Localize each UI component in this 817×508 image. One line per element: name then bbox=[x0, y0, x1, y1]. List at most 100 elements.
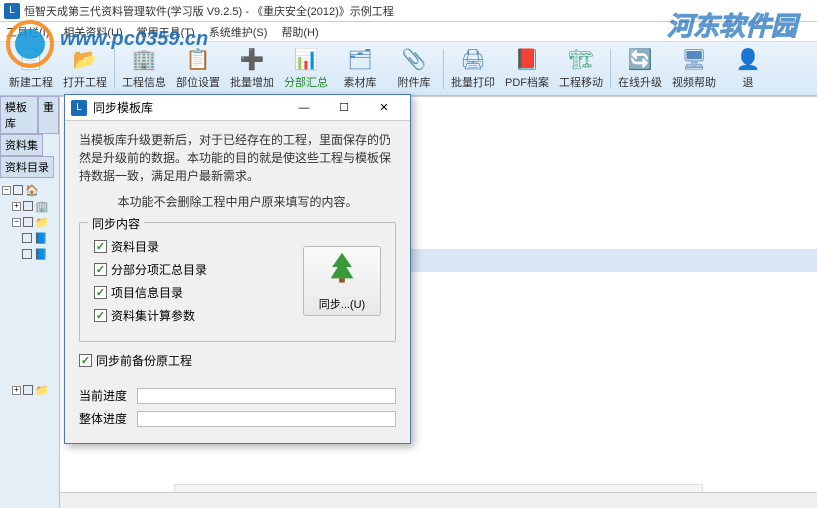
sync-content-group: 同步内容 资料目录分部分项汇总目录项目信息目录资料集计算参数 同步...(U) bbox=[79, 222, 396, 342]
sync-template-dialog: L 同步模板库 — ☐ ✕ 当模板库升级更新后，对于已经存在的工程，里面保存的仍… bbox=[64, 94, 411, 444]
toolbar-label: 打开工程 bbox=[63, 74, 107, 90]
sync-button-label: 同步...(U) bbox=[319, 296, 365, 312]
toolbar-icon: 👤 bbox=[736, 48, 760, 72]
dialog-titlebar[interactable]: L 同步模板库 — ☐ ✕ bbox=[65, 95, 410, 121]
check-label: 资料目录 bbox=[111, 238, 159, 255]
menu-common[interactable]: 常用工具(T) bbox=[137, 24, 195, 40]
checkbox-icon[interactable] bbox=[94, 240, 107, 253]
backup-checkbox-row[interactable]: 同步前备份原工程 bbox=[79, 352, 396, 369]
check-label: 分部分项汇总目录 bbox=[111, 261, 207, 278]
tab-cq[interactable]: 重 bbox=[38, 96, 59, 134]
folder-icon: 🏠 bbox=[25, 183, 39, 197]
tab-template-lib[interactable]: 模板库 bbox=[0, 96, 38, 134]
minimize-button[interactable]: — bbox=[284, 99, 324, 117]
expand-icon[interactable]: − bbox=[12, 218, 21, 227]
current-progress-bar bbox=[137, 388, 396, 404]
tab-dataset[interactable]: 资料集 bbox=[0, 134, 43, 156]
expand-icon[interactable]: + bbox=[12, 386, 21, 395]
toolbar-label: 批量增加 bbox=[230, 74, 274, 90]
toolbar-btn-1[interactable]: 📂 打开工程 bbox=[58, 45, 112, 93]
toolbar-icon: 📕 bbox=[515, 48, 539, 72]
menu-related[interactable]: 相关资料(U) bbox=[63, 24, 122, 40]
checkbox-icon[interactable] bbox=[79, 354, 92, 367]
toolbar-icon: 📎 bbox=[402, 48, 426, 72]
toolbar-icon: 📂 bbox=[73, 48, 97, 72]
toolbar-btn-9[interactable]: 📕 PDF档案 bbox=[500, 45, 554, 93]
tree-node[interactable]: −📁 bbox=[2, 214, 57, 230]
status-strip bbox=[60, 492, 817, 508]
expand-icon[interactable]: + bbox=[12, 202, 21, 211]
toolbar-label: 分部汇总 bbox=[284, 74, 328, 90]
folder-icon: 🏢 bbox=[35, 199, 49, 213]
toolbar-label: 素材库 bbox=[344, 74, 377, 90]
checkbox-icon[interactable] bbox=[22, 249, 32, 259]
tree-node[interactable]: 📘 bbox=[2, 230, 57, 246]
toolbar-icon: 🔄 bbox=[628, 48, 652, 72]
close-button[interactable]: ✕ bbox=[364, 99, 404, 117]
sync-check-3[interactable]: 资料集计算参数 bbox=[94, 304, 303, 327]
tree-node[interactable]: 📘 bbox=[2, 246, 57, 262]
toolbar-btn-7[interactable]: 📎 附件库 bbox=[387, 45, 441, 93]
file-icon: 📘 bbox=[34, 247, 48, 261]
toolbar-btn-0[interactable]: 📄新建工程 bbox=[4, 45, 58, 93]
toolbar-icon: 🏗 bbox=[569, 48, 593, 72]
toolbar-btn-6[interactable]: 🗂素材库 bbox=[333, 45, 387, 93]
toolbar-label: 附件库 bbox=[398, 74, 431, 90]
toolbar-icon: 🖨 bbox=[461, 48, 485, 72]
checkbox-icon[interactable] bbox=[13, 185, 23, 195]
maximize-button[interactable]: ☐ bbox=[324, 99, 364, 117]
menubar: 工具栏(I) 相关资料(U) 常用工具(T) 系统维护(S) 帮助(H) bbox=[0, 22, 817, 42]
total-progress-row: 整体进度 bbox=[79, 410, 396, 427]
checkbox-icon[interactable] bbox=[94, 309, 107, 322]
folder-icon: 📁 bbox=[35, 215, 49, 229]
sync-check-2[interactable]: 项目信息目录 bbox=[94, 281, 303, 304]
tree-node[interactable]: +📁 bbox=[2, 382, 57, 398]
checkbox-icon[interactable] bbox=[22, 233, 32, 243]
toolbar-btn-4[interactable]: ➕ 批量增加 bbox=[225, 45, 279, 93]
toolbar-icon: 📋 bbox=[186, 48, 210, 72]
checkbox-icon[interactable] bbox=[23, 217, 33, 227]
toolbar-label: 部位设置 bbox=[176, 74, 220, 90]
menu-system[interactable]: 系统维护(S) bbox=[209, 24, 268, 40]
backup-label: 同步前备份原工程 bbox=[96, 352, 192, 369]
toolbar-icon: 📊 bbox=[294, 48, 318, 72]
checkbox-icon[interactable] bbox=[94, 263, 107, 276]
titlebar: L 恒智天成第三代资料管理软件(学习版 V9.2.5) - 《重庆安全(2012… bbox=[0, 0, 817, 22]
toolbar-label: 批量打印 bbox=[451, 74, 495, 90]
toolbar-btn-12[interactable]: 🖥视频帮助 bbox=[667, 45, 721, 93]
toolbar-label: 新建工程 bbox=[9, 74, 53, 90]
toolbar-icon: ➕ bbox=[240, 48, 264, 72]
tree-icon bbox=[325, 250, 359, 292]
toolbar-btn-5[interactable]: 📊 分部汇总 bbox=[279, 45, 333, 93]
checkbox-icon[interactable] bbox=[23, 385, 33, 395]
toolbar-btn-3[interactable]: 📋 部位设置 bbox=[171, 45, 225, 93]
dialog-icon: L bbox=[71, 100, 87, 116]
menu-help[interactable]: 帮助(H) bbox=[281, 24, 318, 40]
toolbar-btn-8[interactable]: 🖨 批量打印 bbox=[446, 45, 500, 93]
total-progress-bar bbox=[137, 411, 396, 427]
group-title: 同步内容 bbox=[88, 215, 144, 232]
toolbar-label: 工程信息 bbox=[122, 74, 166, 90]
toolbar-btn-2[interactable]: 🏢工程信息 bbox=[117, 45, 171, 93]
tree-node[interactable]: −🏠 bbox=[2, 182, 57, 198]
toolbar-btn-11[interactable]: 🔄 在线升级 bbox=[613, 45, 667, 93]
expand-icon[interactable]: − bbox=[2, 186, 11, 195]
toolbar-btn-13[interactable]: 👤退 bbox=[721, 45, 775, 93]
sync-check-0[interactable]: 资料目录 bbox=[94, 235, 303, 258]
sync-check-1[interactable]: 分部分项汇总目录 bbox=[94, 258, 303, 281]
menu-tools[interactable]: 工具栏(I) bbox=[6, 24, 49, 40]
dialog-info2: 本功能不会删除工程中用户原来填写的内容。 bbox=[79, 193, 396, 210]
titlebar-text: 恒智天成第三代资料管理软件(学习版 V9.2.5) - 《重庆安全(2012)》… bbox=[24, 3, 394, 19]
sync-button[interactable]: 同步...(U) bbox=[303, 246, 381, 316]
toolbar-label: PDF档案 bbox=[505, 74, 549, 90]
toolbar-label: 在线升级 bbox=[618, 74, 662, 90]
tree-node[interactable]: +🏢 bbox=[2, 198, 57, 214]
current-progress-row: 当前进度 bbox=[79, 387, 396, 404]
tab-catalog[interactable]: 资料目录 bbox=[0, 156, 54, 178]
app-icon: L bbox=[4, 3, 20, 19]
checkbox-icon[interactable] bbox=[23, 201, 33, 211]
toolbar-label: 视频帮助 bbox=[672, 74, 716, 90]
toolbar: 📄新建工程 📂 打开工程 🏢工程信息 📋 部位设置 ➕ 批量增加 📊 分部汇总 🗂素材库 📎 附件库 🖨 批… bbox=[0, 42, 817, 96]
toolbar-btn-10[interactable]: 🏗工程移动 bbox=[554, 45, 608, 93]
checkbox-icon[interactable] bbox=[94, 286, 107, 299]
